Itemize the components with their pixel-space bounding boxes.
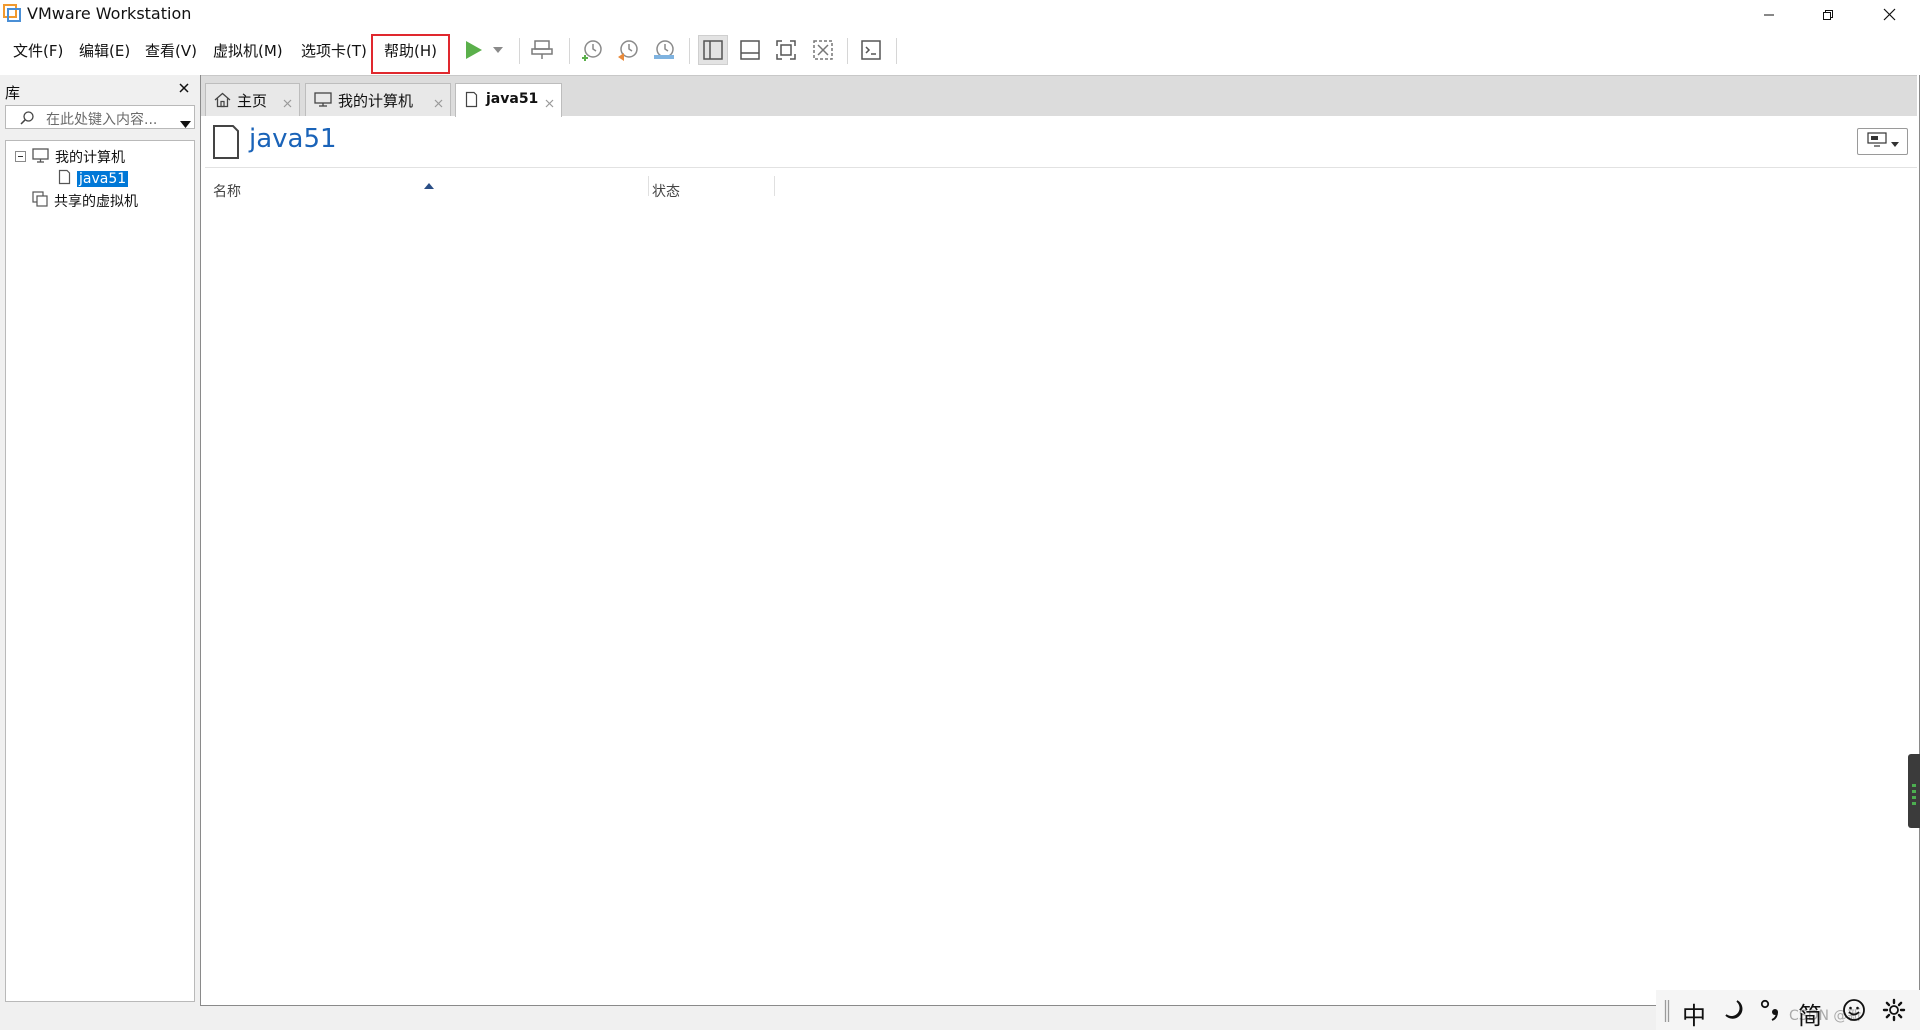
snapshot-take-icon[interactable] [577, 35, 607, 65]
computer-icon [314, 92, 332, 111]
tree-item-label: 共享的虚拟机 [54, 194, 138, 210]
thumbnail-view-icon [1866, 131, 1887, 152]
snapshot-revert-icon[interactable] [613, 35, 643, 65]
window-title: VMware Workstation [27, 4, 192, 23]
search-icon [19, 110, 35, 130]
toolbar-separator [896, 38, 897, 64]
snapshot-manager-icon[interactable] [649, 35, 679, 65]
menu-view[interactable]: 查看(V) [145, 40, 197, 61]
menu-vm[interactable]: 虚拟机(M) [213, 40, 283, 61]
emoji-icon[interactable] [1842, 998, 1866, 1028]
moon-icon[interactable] [1722, 998, 1746, 1028]
grip-icon[interactable] [1664, 1000, 1670, 1026]
tree-item-shared-vms[interactable]: 共享的虚拟机 [32, 191, 138, 211]
home-icon [214, 92, 231, 112]
menu-file[interactable]: 文件(F) [13, 40, 63, 61]
library-view-icon[interactable] [698, 35, 728, 65]
tab-label: java51 [486, 91, 539, 107]
close-icon[interactable] [545, 94, 554, 112]
punctuation-icon[interactable] [1760, 992, 1786, 1030]
minimize-button[interactable] [1740, 0, 1798, 29]
menu-edit[interactable]: 编辑(E) [79, 40, 130, 61]
title-bar: VMware Workstation [0, 0, 1920, 29]
column-header-status[interactable]: 状态 [652, 181, 680, 201]
vm-large-icon [212, 124, 240, 164]
tree-item-label: 我的计算机 [55, 150, 125, 166]
side-scroll-handle[interactable] [1908, 754, 1920, 828]
unity-icon[interactable] [808, 35, 838, 65]
tab-java51[interactable]: java51 [455, 83, 562, 117]
toolbar-separator [569, 38, 570, 64]
close-window-button[interactable] [1860, 0, 1918, 29]
vm-icon [465, 91, 478, 112]
library-search-input[interactable]: 在此处键入内容... [5, 105, 195, 129]
tab-label: 主页 [237, 92, 268, 110]
chevron-down-icon [1890, 133, 1899, 151]
tab-my-computer[interactable]: 我的计算机 [305, 83, 451, 116]
gear-icon[interactable] [1882, 998, 1906, 1028]
vmware-logo-icon [3, 4, 21, 22]
status-bar [0, 1006, 1920, 1030]
sort-ascending-icon [424, 175, 434, 193]
console-icon[interactable] [856, 35, 886, 65]
menu-tabs[interactable]: 选项卡(T) [301, 40, 367, 61]
fullscreen-icon[interactable] [771, 35, 801, 65]
tree-collapse-toggle[interactable] [15, 151, 26, 162]
divider [205, 167, 1917, 168]
chevron-down-icon[interactable] [180, 114, 191, 132]
column-divider[interactable] [774, 176, 775, 196]
tab-home[interactable]: 主页 [205, 83, 300, 116]
simplified-toggle[interactable]: 简 [1798, 996, 1822, 1030]
tree-item-label: java51 [77, 171, 129, 187]
vm-icon [58, 169, 71, 189]
toolbar-separator [689, 38, 690, 64]
toolbar-separator [847, 38, 848, 64]
ime-language-toggle[interactable]: 中 [1682, 996, 1706, 1030]
shared-vms-icon [32, 191, 48, 211]
tree-item-my-computer[interactable]: 我的计算机 [32, 147, 125, 167]
close-icon[interactable] [176, 80, 192, 96]
view-mode-button[interactable] [1857, 128, 1908, 155]
send-ctrl-alt-del-icon[interactable] [527, 35, 557, 65]
toolbar-separator [519, 38, 520, 64]
column-header-name[interactable]: 名称 [213, 181, 241, 201]
computer-icon [32, 147, 49, 167]
tab-label: 我的计算机 [338, 92, 414, 110]
close-icon[interactable] [283, 94, 292, 112]
restore-button[interactable] [1799, 0, 1857, 29]
thumbnail-view-icon[interactable] [735, 35, 765, 65]
library-panel: 库 在此处键入内容... 我的计算机 java51 共享的虚拟机 [0, 75, 200, 1010]
library-tree: 我的计算机 java51 共享的虚拟机 [5, 140, 195, 1002]
dropdown-icon[interactable] [486, 35, 510, 65]
library-header: 库 [5, 84, 21, 102]
help-menu-highlight-box [371, 34, 450, 74]
play-icon[interactable] [458, 35, 488, 65]
vm-title: java51 [249, 124, 337, 154]
ime-toolbar: 中 CSDN @新 简 [1656, 990, 1920, 1030]
main-content-area [200, 75, 1920, 1006]
search-placeholder: 在此处键入内容... [46, 112, 158, 128]
close-icon[interactable] [434, 94, 443, 112]
tree-item-java51[interactable]: java51 [58, 169, 129, 189]
menu-bar: 文件(F) 编辑(E) 查看(V) 虚拟机(M) 选项卡(T) 帮助(H) [0, 29, 1920, 73]
column-divider[interactable] [648, 176, 649, 196]
